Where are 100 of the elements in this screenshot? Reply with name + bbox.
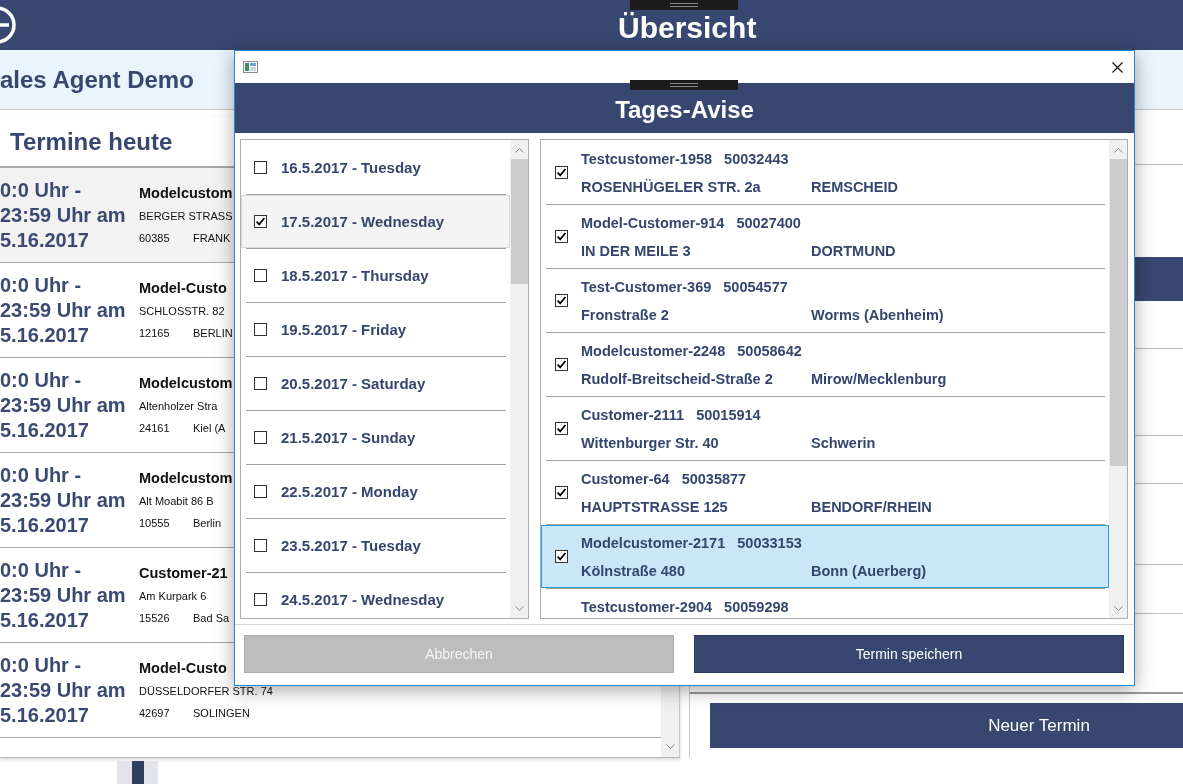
- city-name: Bonn (Auerberg): [811, 562, 927, 581]
- checkbox[interactable]: [555, 294, 568, 307]
- postal-code: 12165: [139, 326, 171, 341]
- customer-item[interactable]: Modelcustomer-2248 50058642 Rudolf-Breitscheid-Straße 2 Mirow/Mecklenburg: [541, 333, 1109, 396]
- window-icon: [243, 61, 258, 73]
- postal-code: 60385: [139, 231, 171, 246]
- day-item[interactable]: 19.5.2017 - Friday: [241, 303, 510, 356]
- day-item[interactable]: 16.5.2017 - Tuesday: [241, 141, 510, 194]
- street-address: DÜSSELDORFER STR. 74: [139, 684, 273, 699]
- postal-code: 24161: [139, 421, 171, 436]
- customer-name: Model-Custo: [139, 659, 227, 678]
- day-item[interactable]: 21.5.2017 - Sunday: [241, 411, 510, 464]
- scrollbar[interactable]: [510, 140, 528, 618]
- customer-name: Modelcustomer-2171: [581, 534, 726, 553]
- checkbox[interactable]: [555, 166, 568, 179]
- time-range: 0:0 Uhr - 23:59 Uhr am 5.16.2017: [0, 653, 127, 728]
- street-address: ROSENHÜGELER STR. 2a: [581, 178, 762, 197]
- handle-bar[interactable]: [117, 761, 158, 784]
- close-icon[interactable]: [1111, 61, 1123, 73]
- street-address: HAUPTSTRASSE 125: [581, 498, 729, 517]
- street-address: Alt Moabit 86 B: [139, 494, 214, 509]
- checkbox[interactable]: [555, 422, 568, 435]
- checkbox[interactable]: [555, 486, 568, 499]
- customer-item[interactable]: Customer-64 50035877 HAUPTSTRASSE 125 BENDORF/RHEIN: [541, 461, 1109, 524]
- day-item[interactable]: 22.5.2017 - Monday: [241, 465, 510, 518]
- customer-name: Modelcustom: [139, 374, 233, 393]
- checkbox[interactable]: [254, 431, 267, 444]
- customer-name: Testcustomer-2904: [581, 598, 713, 617]
- page-title: Übersicht: [618, 13, 757, 43]
- scrollbar-thumb[interactable]: [510, 159, 528, 284]
- customer-number: 50054577: [723, 278, 788, 297]
- customer-name: Test-Customer-369: [581, 278, 712, 297]
- dialog-title: Tages-Avise: [615, 96, 754, 124]
- customer-number: 50027400: [736, 214, 801, 233]
- drag-handle-icon[interactable]: [630, 80, 738, 90]
- postal-code: 42697: [139, 706, 171, 721]
- checkbox[interactable]: [254, 269, 267, 282]
- customer-name: Model-Custo: [139, 279, 227, 298]
- customer-item[interactable]: Testcustomer-1958 50032443 ROSENHÜGELER STR. 2a REMSCHEID: [541, 141, 1109, 204]
- customer-name: Customer-2111: [581, 406, 685, 425]
- checkbox[interactable]: [254, 377, 267, 390]
- customer-name: Customer-64: [581, 470, 670, 489]
- customer-name: Model-Customer-914: [581, 214, 725, 233]
- checkbox[interactable]: [254, 593, 267, 606]
- customer-name: Customer-21: [139, 564, 228, 583]
- street-address: Wittenburger Str. 40: [581, 434, 720, 453]
- street-address: Am Kurpark 6: [139, 589, 207, 604]
- customer-name: Modelcustom: [139, 469, 233, 488]
- customer-number: 50059298: [724, 598, 789, 617]
- day-item[interactable]: 17.5.2017 - Wednesday: [241, 195, 510, 248]
- checkbox[interactable]: [254, 323, 267, 336]
- city-name: BERLIN: [193, 326, 233, 341]
- day-item[interactable]: 23.5.2017 - Tuesday: [241, 519, 510, 572]
- customer-item[interactable]: Test-Customer-369 50054577 Fronstraße 2 Worms (Abenheim): [541, 269, 1109, 332]
- street-address: SCHLOSSTR. 82: [139, 304, 225, 319]
- city-name: Berlin: [193, 516, 222, 531]
- street-address: Fronstraße 2: [581, 306, 670, 325]
- customer-number: 50032443: [724, 150, 789, 169]
- time-range: 0:0 Uhr - 23:59 Uhr am 5.16.2017: [0, 273, 127, 348]
- customer-item[interactable]: Model-Customer-914 50027400 IN DER MEILE 3 DORTMUND: [541, 205, 1109, 268]
- app-name: ales Agent Demo: [0, 65, 194, 94]
- drag-handle-icon[interactable]: [630, 0, 738, 10]
- checkbox[interactable]: [555, 358, 568, 371]
- time-range: 0:0 Uhr - 23:59 Uhr am 5.16.2017: [0, 558, 127, 633]
- city-name: Bad Sa: [193, 611, 230, 626]
- city-name: DORTMUND: [811, 242, 896, 261]
- checkbox[interactable]: [254, 539, 267, 552]
- street-address: Rudolf-Breitscheid-Straße 2: [581, 370, 774, 389]
- checkbox[interactable]: [254, 161, 267, 174]
- chevron-down-icon[interactable]: [514, 606, 524, 611]
- day-item[interactable]: 20.5.2017 - Saturday: [241, 357, 510, 410]
- street-address: IN DER MEILE 3: [581, 242, 692, 261]
- chevron-down-icon[interactable]: [1113, 606, 1123, 611]
- day-item[interactable]: 24.5.2017 - Wednesday: [241, 573, 510, 618]
- customer-number: 50033153: [737, 534, 802, 553]
- chevron-up-icon[interactable]: [1113, 148, 1123, 153]
- city-name: Schwerin: [811, 434, 876, 453]
- checkbox[interactable]: [555, 230, 568, 243]
- checkbox[interactable]: [555, 550, 568, 563]
- city-name: SOLINGEN: [193, 706, 250, 721]
- scrollbar[interactable]: [1109, 140, 1127, 618]
- checkbox[interactable]: [254, 215, 267, 228]
- checkbox[interactable]: [254, 485, 267, 498]
- customer-item[interactable]: Modelcustomer-2171 50033153 Kölnstraße 480 Bonn (Auerberg): [541, 525, 1109, 588]
- customer-name: Modelcustom: [139, 184, 233, 203]
- city-name: Kiel (A: [193, 421, 226, 436]
- city-name: REMSCHEID: [811, 178, 898, 197]
- customer-item[interactable]: Testcustomer-2904 50059298: [541, 589, 1109, 618]
- scrollbar-thumb[interactable]: [1109, 159, 1127, 466]
- chevron-down-icon[interactable]: [665, 744, 675, 749]
- time-range: 0:0 Uhr - 23:59 Uhr am 5.16.2017: [0, 368, 127, 443]
- street-address: Kölnstraße 480: [581, 562, 686, 581]
- customer-item[interactable]: Customer-2111 50015914 Wittenburger Str. 40 Schwerin: [541, 397, 1109, 460]
- save-button[interactable]: Termin speichern: [694, 635, 1124, 673]
- day-item[interactable]: 18.5.2017 - Thursday: [241, 249, 510, 302]
- customer-number: 50015914: [696, 406, 761, 425]
- city-name: Mirow/Mecklenburg: [811, 370, 947, 389]
- chevron-up-icon[interactable]: [514, 148, 524, 153]
- new-appointment-button[interactable]: Neuer Termin: [710, 703, 1183, 748]
- time-range: 0:0 Uhr - 23:59 Uhr am 5.16.2017: [0, 463, 127, 538]
